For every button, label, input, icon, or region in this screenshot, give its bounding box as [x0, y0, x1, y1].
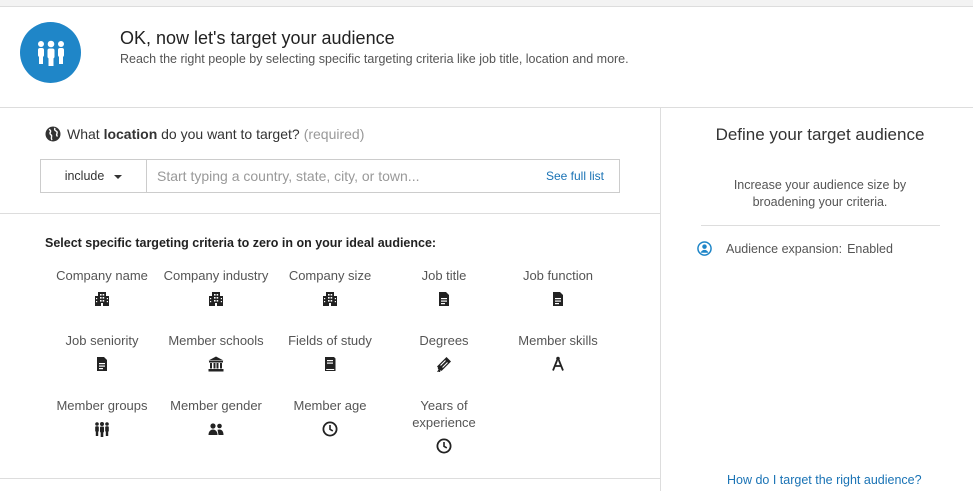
- target-help-link[interactable]: How do I target the right audience?: [727, 473, 922, 487]
- criteria-degrees[interactable]: Degrees: [384, 332, 504, 372]
- location-search-input[interactable]: [147, 160, 546, 192]
- criteria-member-gender[interactable]: Member gender: [156, 397, 276, 437]
- criteria-label: Job function: [522, 268, 594, 283]
- audience-expansion-status: Audience expansion: Enabled: [697, 241, 893, 256]
- document-icon: [439, 292, 449, 306]
- include-dropdown[interactable]: include: [41, 160, 147, 192]
- required-label: (required): [303, 126, 365, 142]
- people-group-icon: [20, 22, 81, 83]
- criteria-heading: Select specific targeting criteria to ze…: [45, 236, 437, 250]
- criteria-company-industry[interactable]: Company industry: [156, 267, 276, 307]
- section-divider: [0, 478, 661, 479]
- school-icon: [208, 356, 224, 372]
- include-dropdown-label: include: [64, 169, 105, 183]
- section-divider: [0, 213, 661, 214]
- criteria-label: Company name: [56, 268, 148, 283]
- page-subtitle: Reach the right people by selecting spec…: [120, 52, 629, 66]
- criteria-job-seniority[interactable]: Job seniority: [42, 332, 162, 372]
- criteria-label: Job seniority: [65, 333, 139, 348]
- page-title: OK, now let's target your audience: [120, 28, 395, 48]
- sidebar-divider: [701, 225, 940, 226]
- caret-down-icon: [114, 174, 123, 179]
- sidebar-title: Define your target audience: [715, 125, 925, 144]
- page-header: OK, now let's target your audience Reach…: [0, 7, 973, 108]
- criteria-label: Company size: [288, 268, 372, 283]
- audience-sidebar: Define your target audience Increase you…: [661, 108, 973, 491]
- audience-expansion-icon: [697, 241, 712, 256]
- audience-expansion-label: Audience expansion:: [726, 241, 843, 256]
- clock-icon: [436, 438, 452, 454]
- location-input-group: include See full list: [40, 159, 620, 193]
- criteria-member-age[interactable]: Member age: [270, 397, 390, 437]
- document-icon: [553, 292, 563, 306]
- building-icon: [209, 292, 223, 306]
- people-group-icon: [95, 422, 109, 437]
- criteria-label: Member schools: [168, 333, 264, 348]
- clock-icon: [322, 421, 338, 437]
- criteria-member-groups[interactable]: Member groups: [42, 397, 162, 437]
- criteria-label: Job title: [421, 268, 467, 283]
- criteria-company-size[interactable]: Company size: [270, 267, 390, 307]
- criteria-member-schools[interactable]: Member schools: [156, 332, 276, 372]
- criteria-job-title[interactable]: Job title: [384, 267, 504, 307]
- top-bar: [0, 0, 973, 7]
- criteria-label: Company industry: [163, 268, 269, 283]
- location-question-suffix: do you want to target?: [157, 126, 300, 142]
- audience-expansion-value: Enabled: [847, 241, 893, 256]
- targeting-panel: What location do you want to target? (re…: [0, 108, 661, 491]
- globe-icon: [45, 126, 61, 142]
- diploma-icon: [437, 357, 451, 372]
- criteria-job-function[interactable]: Job function: [498, 267, 618, 307]
- building-icon: [95, 292, 109, 306]
- people-icon: [208, 423, 224, 435]
- criteria-label: Degrees: [419, 333, 469, 348]
- building-icon: [323, 292, 337, 306]
- criteria-label: Member groups: [56, 398, 148, 413]
- compass-icon: [552, 356, 564, 371]
- criteria-label: Member gender: [170, 398, 262, 413]
- criteria-member-skills[interactable]: Member skills: [498, 332, 618, 372]
- sidebar-subtitle: Increase your audience size by broadenin…: [733, 178, 907, 209]
- location-question-prefix: What: [67, 126, 104, 142]
- location-question: What location do you want to target? (re…: [45, 125, 364, 143]
- criteria-company-name[interactable]: Company name: [42, 267, 162, 307]
- criteria-label: Fields of study: [288, 333, 372, 348]
- criteria-label: Years of experience: [412, 398, 476, 430]
- see-full-list-link[interactable]: See full list: [546, 169, 604, 183]
- criteria-years-of-experience[interactable]: Years of experience: [384, 397, 504, 454]
- book-icon: [325, 357, 336, 371]
- criteria-label: Member age: [293, 398, 367, 413]
- document-icon: [97, 357, 107, 371]
- criteria-fields-of-study[interactable]: Fields of study: [270, 332, 390, 372]
- location-question-keyword: location: [103, 126, 158, 142]
- criteria-label: Member skills: [518, 333, 598, 348]
